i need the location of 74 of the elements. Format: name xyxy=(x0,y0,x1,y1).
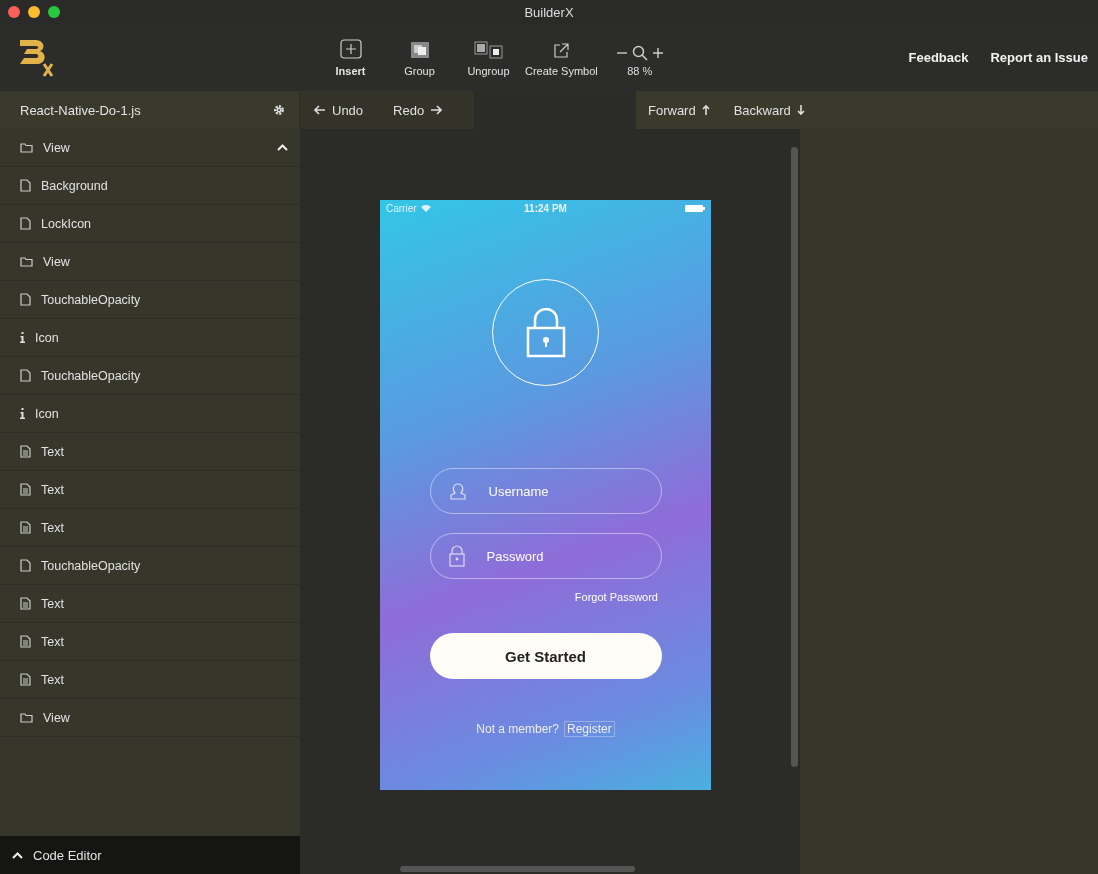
folder-icon xyxy=(20,712,33,723)
vertical-scrollbar[interactable] xyxy=(791,147,798,767)
window-title: BuilderX xyxy=(524,4,574,20)
history-button[interactable]: Undo xyxy=(314,102,364,118)
close-button[interactable] xyxy=(8,6,20,18)
search-icon[interactable] xyxy=(631,44,648,61)
collapse-icon xyxy=(277,144,288,151)
layer-item[interactable]: Text xyxy=(0,433,300,471)
forgot-password-link[interactable]: Forgot Password xyxy=(574,591,658,603)
document-icon xyxy=(20,521,31,534)
code-editor-toggle[interactable]: Code Editor xyxy=(0,836,300,874)
layer-item[interactable]: TouchableOpacity xyxy=(0,547,300,585)
padlock-icon xyxy=(448,545,465,567)
carrier-label: Carrier xyxy=(386,202,417,214)
maximize-button[interactable] xyxy=(48,6,60,18)
external-link-icon xyxy=(553,42,570,59)
settings-icon[interactable] xyxy=(273,104,285,116)
right-arrow-icon xyxy=(430,104,443,116)
left-arrow-icon xyxy=(314,104,326,116)
file-icon xyxy=(20,369,31,382)
layer-item[interactable]: Text xyxy=(0,623,300,661)
wifi-icon xyxy=(420,204,431,212)
toolbar-button[interactable]: Insert xyxy=(318,38,383,77)
down-arrow-icon xyxy=(796,104,805,116)
info-icon xyxy=(20,332,25,343)
folder-icon xyxy=(20,256,33,267)
group-icon xyxy=(409,40,430,59)
plus-icon[interactable] xyxy=(651,46,664,59)
document-icon xyxy=(20,673,31,686)
layer-item[interactable]: Text xyxy=(0,661,300,699)
toolbar-button[interactable]: Create Symbol xyxy=(525,42,598,77)
arrange-button[interactable]: Forward xyxy=(648,102,710,118)
user-icon xyxy=(448,482,467,500)
chevron-icon xyxy=(12,851,23,859)
plus-icon xyxy=(339,38,362,59)
footer-text: Not a member? xyxy=(476,722,559,736)
file-icon xyxy=(20,293,31,306)
ungroup-icon xyxy=(473,40,504,59)
file-icon xyxy=(20,179,31,192)
layer-item[interactable]: TouchableOpacity xyxy=(0,357,300,395)
horizontal-scrollbar[interactable] xyxy=(400,866,635,872)
text-input[interactable]: Username xyxy=(486,482,631,500)
file-icon xyxy=(20,217,31,230)
status-time: 11:24 PM xyxy=(524,202,567,214)
arrange-button[interactable]: Backward xyxy=(733,102,805,118)
document-icon xyxy=(20,483,31,496)
battery-icon xyxy=(685,204,705,212)
layer-item[interactable]: View xyxy=(0,699,300,737)
layer-item[interactable]: Text xyxy=(0,585,300,623)
layer-item[interactable]: View xyxy=(0,129,300,167)
document-icon xyxy=(20,445,31,458)
toolbar-button[interactable]: Ungroup xyxy=(456,40,521,77)
layer-item[interactable]: Background xyxy=(0,167,300,205)
layer-item[interactable]: Text xyxy=(0,509,300,547)
layer-item[interactable]: View xyxy=(0,243,300,281)
toolbar-button[interactable]: Group xyxy=(387,40,452,77)
up-arrow-icon xyxy=(701,104,710,116)
file-name: React-Native-Do-1.js xyxy=(20,102,141,118)
file-icon xyxy=(20,559,31,572)
layer-item[interactable]: TouchableOpacity xyxy=(0,281,300,319)
document-icon xyxy=(20,635,31,648)
padlock-icon xyxy=(525,307,566,358)
info-icon xyxy=(20,408,25,419)
document-icon xyxy=(20,597,31,610)
zoom-level: 88 % xyxy=(627,64,653,77)
get-started-button[interactable]: Get Started xyxy=(429,633,662,679)
layer-item[interactable]: Text xyxy=(0,471,300,509)
folder-icon xyxy=(20,142,33,153)
minimize-button[interactable] xyxy=(28,6,40,18)
header-link[interactable]: Report an Issue xyxy=(990,50,1088,65)
layer-item[interactable]: LockIcon xyxy=(0,205,300,243)
header-link[interactable]: Feedback xyxy=(908,50,969,65)
history-button[interactable]: Redo xyxy=(393,102,443,118)
text-input[interactable]: Password xyxy=(484,547,629,565)
